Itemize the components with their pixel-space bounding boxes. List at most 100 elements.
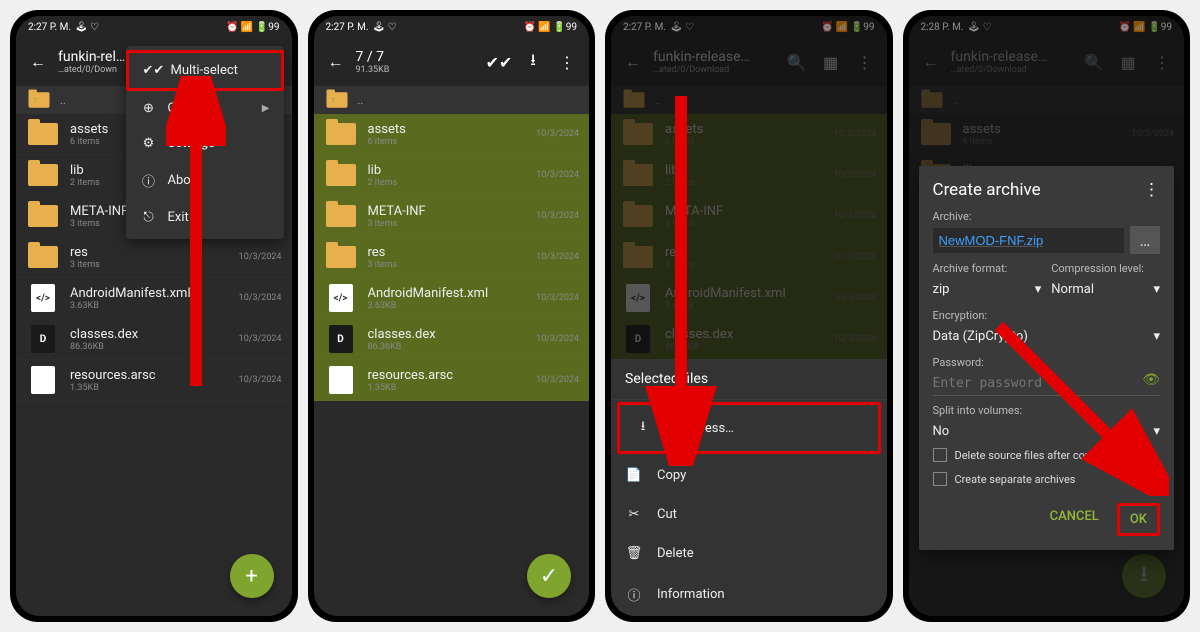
select-all-icon[interactable]: ✔✔	[485, 48, 513, 76]
sheet-copy[interactable]: 📄 Copy	[611, 456, 887, 495]
file-meta: 6 items	[368, 137, 527, 147]
trash-icon: 🗑	[625, 546, 643, 561]
screenshot-2: 2:27 P. M.🕹 ♡ ⏰ 📶 🔋99 ← 7 / 7 91.35KB ✔✔…	[308, 10, 596, 622]
check-separate-archives[interactable]: Create separate archives	[933, 467, 1161, 491]
sheet-title: Selected files	[611, 359, 887, 400]
encryption-select[interactable]: Data (ZipCrypto)▾	[933, 325, 1161, 348]
selection-count: 7 / 7	[356, 49, 480, 65]
back-icon[interactable]: ←	[322, 48, 350, 76]
file-meta: 1.35KB	[368, 383, 527, 393]
folder-icon	[26, 243, 60, 271]
fab-confirm[interactable]: ✓	[527, 554, 571, 598]
file-meta: 3 items	[368, 260, 527, 270]
menu-settings[interactable]: ⚙ Settings	[126, 126, 284, 161]
file-row[interactable]: assets6 items 10/3/2024	[314, 114, 590, 155]
sheet-delete[interactable]: 🗑 Delete	[611, 534, 887, 573]
menu-multi-select[interactable]: ✔✔ Multi-select	[126, 50, 284, 91]
gear-icon: ⚙	[140, 136, 158, 151]
selection-size: 91.35KB	[356, 65, 480, 75]
multiselect-icon: ✔✔	[143, 63, 161, 78]
file-icon: </>	[324, 284, 358, 312]
folder-up-icon	[326, 92, 347, 107]
app-bar: ← 7 / 7 91.35KB ✔✔ ⭳ ⋮	[314, 38, 590, 86]
file-date: 10/3/2024	[536, 334, 579, 344]
screenshot-3: 2:27 P. M.🕹 ♡ ⏰ 📶 🔋99 ← funkin-release… …	[605, 10, 893, 622]
bottom-sheet: Selected files ⭳ Compress… 📄 Copy ✂ Cut …	[611, 359, 887, 616]
folder-icon	[26, 202, 60, 230]
folder-icon	[324, 202, 358, 230]
file-row[interactable]: resources.arsc1.35KB 10/3/2024	[16, 360, 292, 401]
file-row[interactable]: resources.arsc1.35KB 10/3/2024	[314, 360, 590, 401]
file-name: resources.arsc	[368, 368, 527, 383]
file-name: META-INF	[368, 204, 527, 219]
file-name: lib	[368, 163, 527, 178]
cancel-button[interactable]: CANCEL	[1040, 503, 1109, 536]
file-name: resources.arsc	[70, 368, 229, 383]
file-date: 10/3/2024	[536, 293, 579, 303]
file-name: AndroidManifest.xml	[368, 286, 527, 301]
dialog-overflow-icon[interactable]: ⋮	[1143, 180, 1160, 200]
file-date: 10/3/2024	[536, 375, 579, 385]
sheet-info[interactable]: ⓘ Information	[611, 573, 887, 616]
file-date: 10/3/2024	[536, 129, 579, 139]
file-name: res	[368, 245, 527, 260]
file-meta: 86.36KB	[70, 342, 229, 352]
status-bar: 2:27 P. M.🕹 ♡ ⏰ 📶 🔋99	[16, 16, 292, 38]
file-icon	[26, 366, 60, 394]
file-icon: D	[26, 325, 60, 353]
menu-create[interactable]: ⊕ Create▶	[126, 91, 284, 126]
folder-icon	[324, 243, 358, 271]
compress-icon: ⭳	[634, 417, 652, 439]
browse-button[interactable]: …	[1130, 226, 1160, 254]
screenshot-1: 2:27 P. M.🕹 ♡ ⏰ 📶 🔋99 ← funkin-rel… …ate…	[10, 10, 298, 622]
file-name: assets	[368, 122, 527, 137]
file-icon: D	[324, 325, 358, 353]
file-meta: 2 items	[368, 178, 527, 188]
file-name: AndroidManifest.xml	[70, 286, 229, 301]
sheet-cut[interactable]: ✂ Cut	[611, 495, 887, 534]
fab-add[interactable]: +	[230, 554, 274, 598]
file-row[interactable]: Dclasses.dex86.36KB10/3/2024	[314, 319, 590, 360]
exit-icon: ⎋	[140, 210, 158, 225]
file-date: 10/3/2024	[239, 293, 282, 303]
file-row[interactable]: META-INF3 items10/3/2024	[314, 196, 590, 237]
split-select[interactable]: No▾	[933, 420, 1161, 443]
level-select[interactable]: Normal▾	[1051, 278, 1160, 301]
file-row[interactable]: lib2 items10/3/2024	[314, 155, 590, 196]
file-row[interactable]: </>AndroidManifest.xml3.63KB10/3/2024	[16, 278, 292, 319]
status-bar: 2:27 P. M.🕹 ♡ ⏰ 📶 🔋99	[314, 16, 590, 38]
info-icon: ⓘ	[140, 171, 158, 190]
file-name: res	[70, 245, 229, 260]
archive-name-input[interactable]	[933, 228, 1125, 253]
file-meta: 3 items	[70, 260, 229, 270]
download-icon[interactable]: ⭳	[519, 48, 547, 76]
file-date: 10/3/2024	[239, 375, 282, 385]
file-row[interactable]: res3 items 10/3/2024	[314, 237, 590, 278]
file-row[interactable]: Dclasses.dex86.36KB10/3/2024	[16, 319, 292, 360]
file-meta: 1.35KB	[70, 383, 229, 393]
menu-about[interactable]: ⓘ About	[126, 161, 284, 200]
file-name: classes.dex	[70, 327, 229, 342]
cut-icon: ✂	[625, 507, 643, 522]
back-icon[interactable]: ←	[24, 48, 52, 76]
plus-circle-icon: ⊕	[140, 101, 158, 116]
show-password-icon[interactable]: 👁	[1142, 372, 1160, 388]
ok-button[interactable]: OK	[1117, 503, 1160, 536]
copy-icon: 📄	[625, 468, 643, 483]
file-icon: </>	[26, 284, 60, 312]
file-row[interactable]: </> AndroidManifest.xml3.63KB 10/3/2024	[314, 278, 590, 319]
password-input[interactable]	[933, 372, 1161, 396]
file-date: 10/3/2024	[536, 252, 579, 262]
menu-exit[interactable]: ⎋ Exit	[126, 200, 284, 235]
breadcrumb[interactable]: ..	[314, 86, 590, 114]
file-date: 10/3/2024	[536, 211, 579, 221]
file-meta: 3.63KB	[368, 301, 527, 311]
file-row[interactable]: res3 items10/3/2024	[16, 237, 292, 278]
folder-icon	[324, 120, 358, 148]
format-select[interactable]: zip▾	[933, 278, 1042, 301]
sheet-compress[interactable]: ⭳ Compress…	[617, 402, 881, 454]
check-delete-source[interactable]: Delete source files after compression	[933, 443, 1161, 467]
folder-up-icon	[29, 92, 50, 107]
file-list[interactable]: assets6 items10/3/2024lib2 items10/3/202…	[314, 114, 590, 616]
overflow-icon[interactable]: ⋮	[553, 48, 581, 76]
